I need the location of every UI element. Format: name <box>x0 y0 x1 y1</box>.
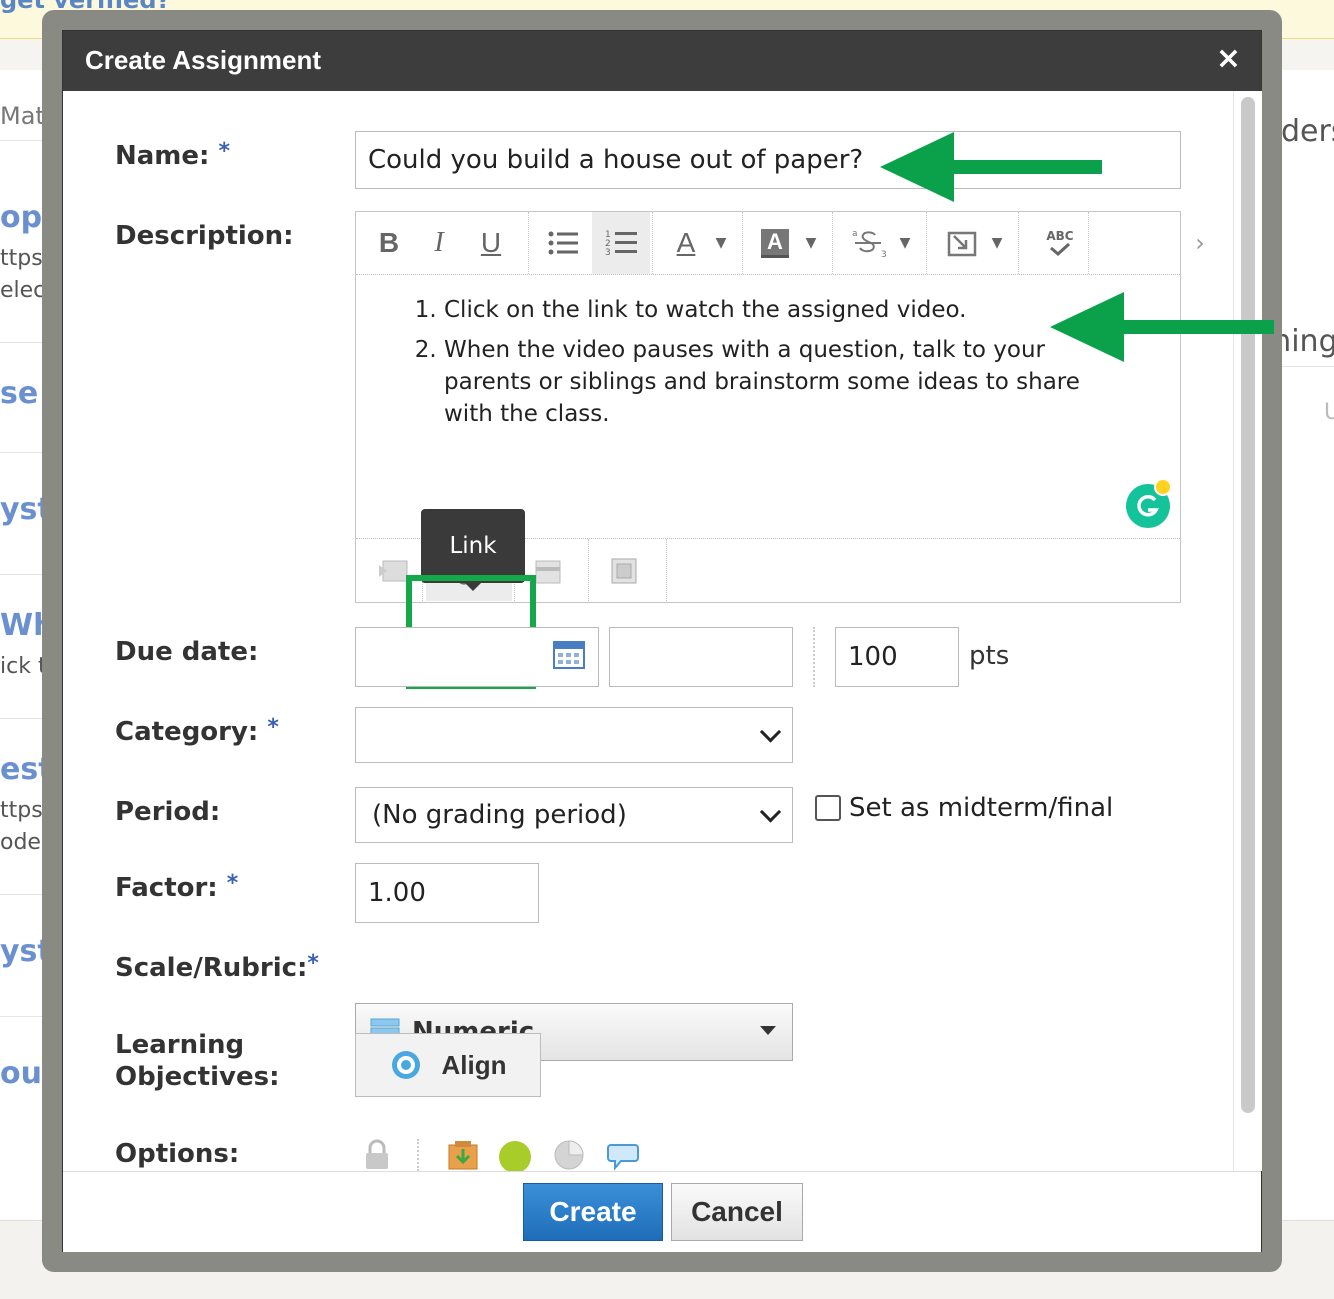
arrow-to-description-icon <box>1050 292 1274 362</box>
arrow-to-name-icon <box>880 132 1102 202</box>
annotation-arrows <box>880 132 1274 362</box>
